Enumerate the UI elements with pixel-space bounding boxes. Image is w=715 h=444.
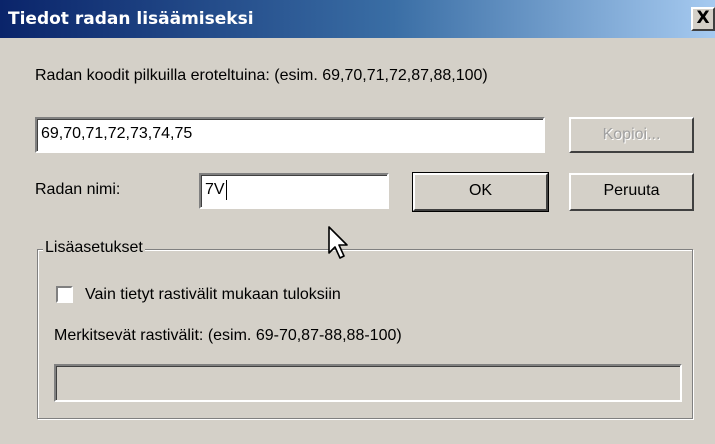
ok-button-label: OK	[468, 182, 493, 199]
text-caret	[225, 179, 227, 200]
codes-input-value: 69,70,71,72,73,74,75	[41, 125, 193, 142]
cancel-button-label: Peruuta	[603, 182, 660, 199]
legs-label: Merkitsevät rastivälit: (esim. 69-70,87-…	[54, 327, 402, 344]
copy-button-label: Kopioi...	[602, 126, 661, 143]
legs-input[interactable]	[54, 364, 682, 402]
ok-button[interactable]: OK	[412, 172, 549, 212]
name-label: Radan nimi:	[35, 181, 121, 198]
codes-input[interactable]: 69,70,71,72,73,74,75	[35, 117, 545, 153]
cancel-button[interactable]: Peruuta	[569, 173, 694, 211]
close-button[interactable]: X	[691, 7, 715, 31]
advanced-settings-legend: Lisäasetukset	[43, 239, 145, 257]
copy-button[interactable]: Kopioi...	[569, 117, 694, 153]
name-input-value: 7V	[205, 181, 225, 198]
name-input[interactable]: 7V	[199, 173, 389, 209]
only-legs-checkbox[interactable]	[56, 286, 73, 303]
only-legs-checkbox-label[interactable]: Vain tietyt rastivälit mukaan tuloksiin	[85, 286, 341, 304]
codes-label: Radan koodit pilkuilla eroteltuina: (esi…	[35, 67, 488, 84]
mouse-pointer-icon	[328, 226, 348, 259]
window-title: Tiedot radan lisäämiseksi	[8, 9, 254, 29]
title-bar[interactable]: Tiedot radan lisäämiseksi X	[0, 0, 715, 38]
close-icon: X	[696, 8, 710, 28]
